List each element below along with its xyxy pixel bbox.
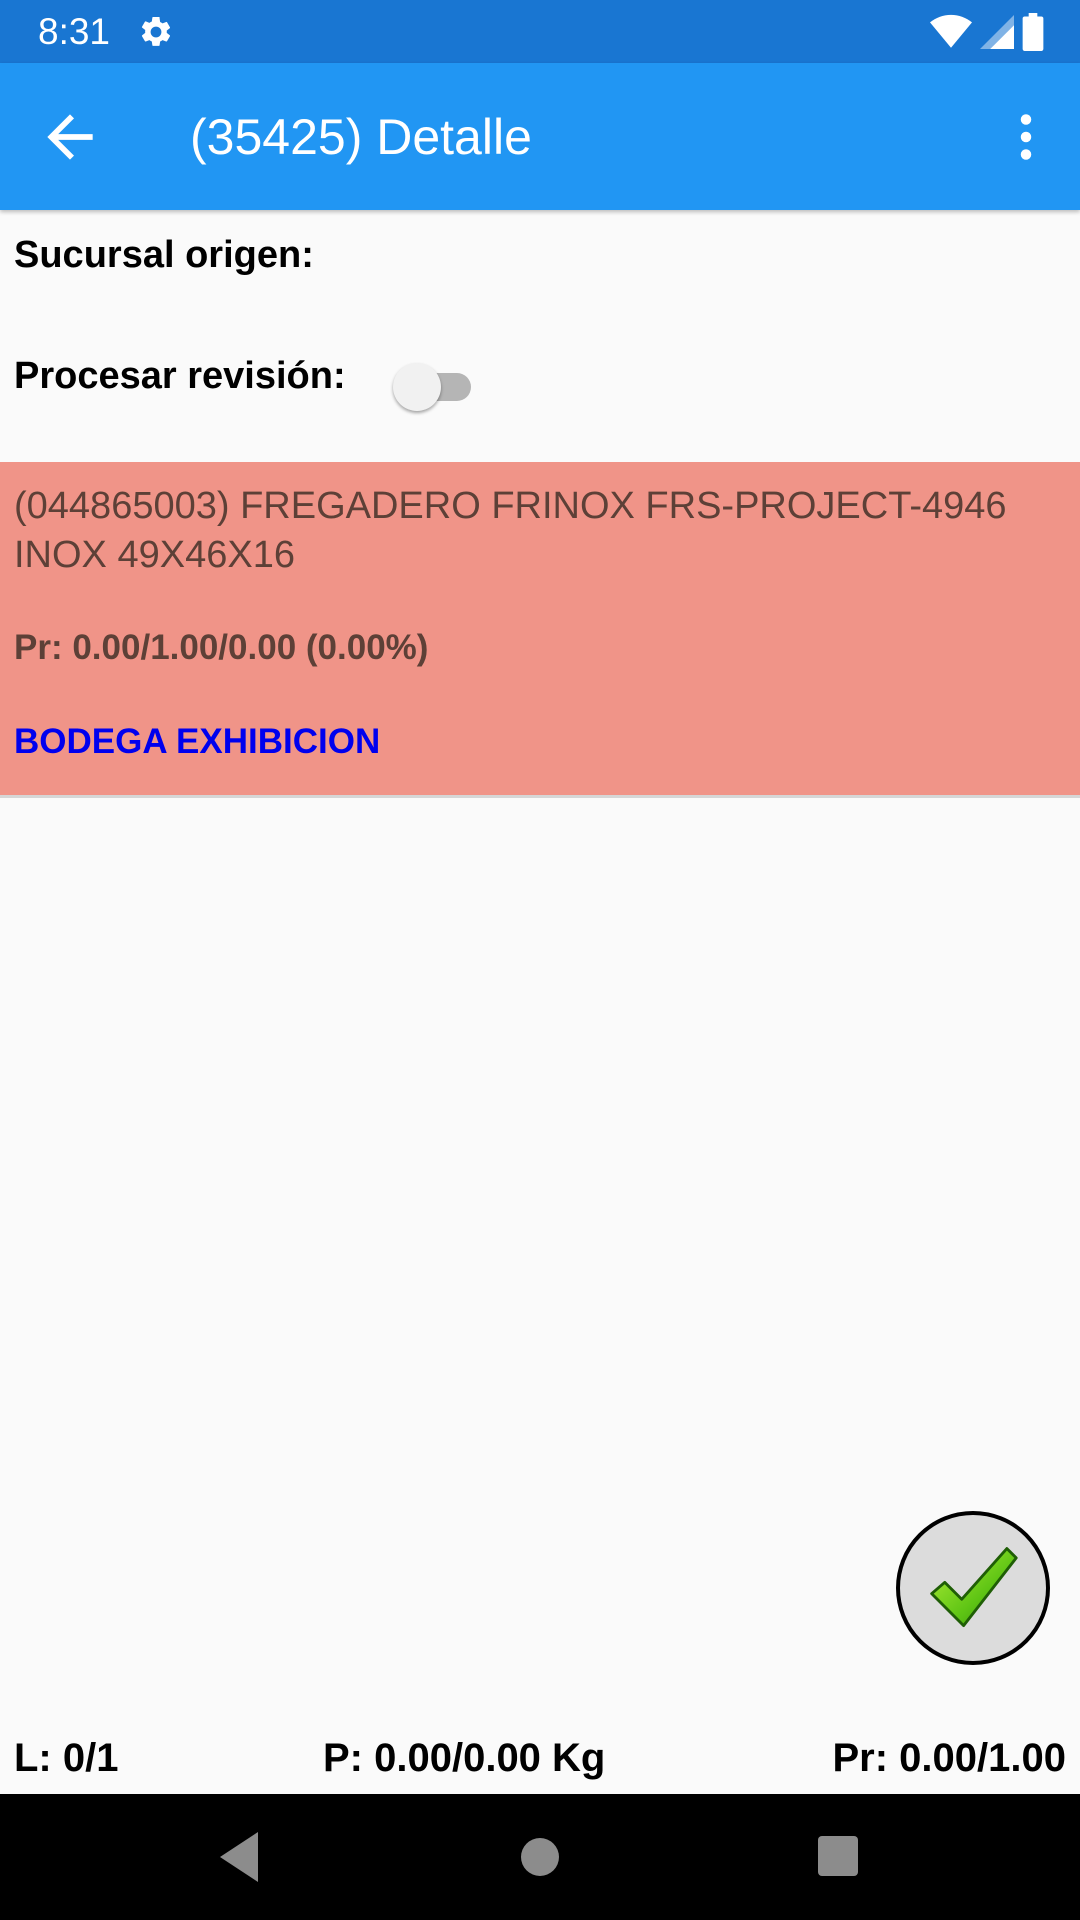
- signal-icon: [980, 15, 1014, 49]
- page-title: (35425) Detalle: [190, 109, 532, 165]
- back-button[interactable]: [36, 103, 104, 171]
- system-nav-bar: [0, 1794, 1080, 1920]
- battery-icon: [1022, 13, 1044, 51]
- settings-icon: [141, 16, 171, 46]
- toggle-thumb: [393, 363, 441, 411]
- procesar-revision-label: Procesar revisión:: [14, 355, 346, 397]
- status-time: 8:31: [38, 11, 111, 52]
- arrow-back-icon: [47, 114, 93, 160]
- more-vert-icon: [1020, 114, 1032, 160]
- nav-recents-icon[interactable]: [816, 1834, 860, 1878]
- procesar-revision-toggle[interactable]: [393, 357, 479, 413]
- overflow-menu-button[interactable]: [996, 103, 1056, 171]
- checkmark-icon: [930, 1547, 1018, 1628]
- app-bar: (35425) Detalle: [0, 63, 1080, 210]
- footer-progreso: Pr: 0.00/1.00: [832, 1736, 1067, 1780]
- footer-lineas: L: 0/1: [14, 1736, 119, 1780]
- nav-home-icon[interactable]: [519, 1836, 561, 1878]
- item-progress: Pr: 0.00/1.00/0.00 (0.00%): [14, 628, 429, 667]
- status-icons: [930, 12, 1044, 52]
- item-description: (044865003) FREGADERO FRINOX FRS-PROJECT…: [14, 485, 1007, 576]
- sucursal-origen-label: Sucursal origen:: [14, 234, 314, 276]
- wifi-icon: [930, 14, 972, 48]
- list-item[interactable]: (044865003) FREGADERO FRINOX FRS-PROJECT…: [0, 462, 1080, 798]
- item-bodega: BODEGA EXHIBICION: [14, 722, 381, 761]
- status-bar: 8:31: [0, 0, 1080, 63]
- footer-peso: P: 0.00/0.00 Kg: [323, 1736, 606, 1780]
- nav-back-icon[interactable]: [216, 1830, 266, 1884]
- confirm-button[interactable]: [896, 1511, 1050, 1665]
